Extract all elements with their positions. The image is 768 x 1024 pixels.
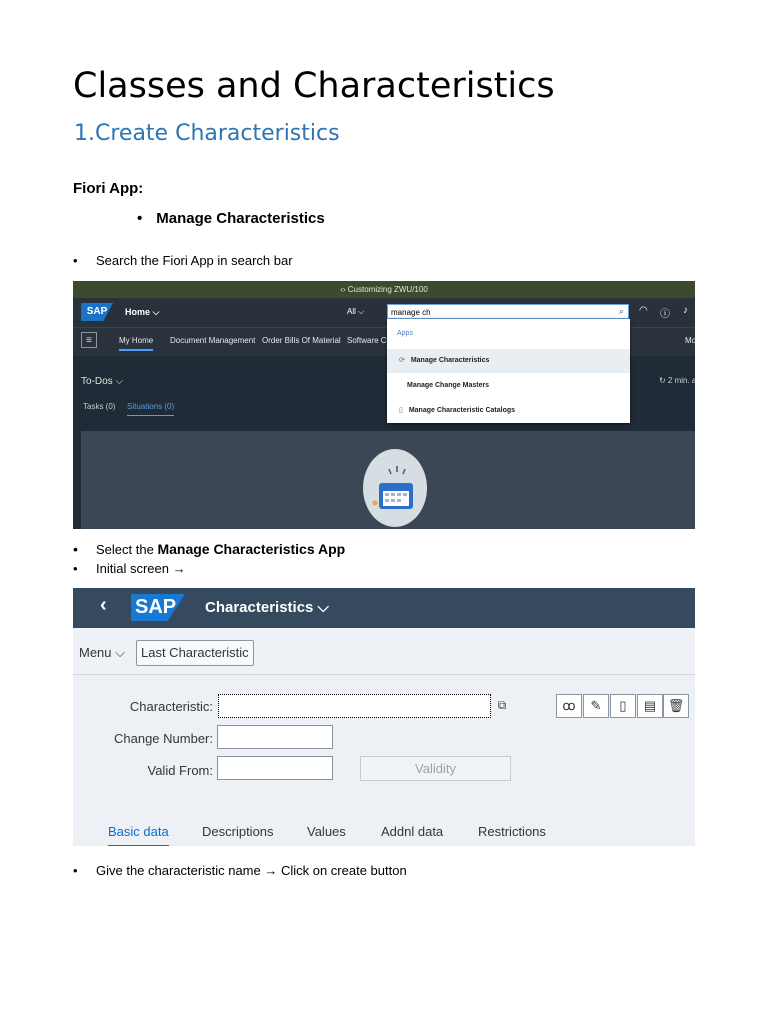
apps-header: Apps — [397, 330, 413, 337]
tab-software[interactable]: Software Co — [347, 336, 391, 345]
tab-my-home[interactable]: My Home — [119, 336, 154, 351]
tab-descriptions[interactable]: Descriptions — [202, 824, 274, 839]
bullet-dot: • — [73, 561, 78, 576]
tab-basic-data[interactable]: Basic data — [108, 824, 169, 846]
refresh-status: ↻ 2 min. a — [659, 376, 695, 385]
change-number-label: Change Number: — [114, 731, 213, 746]
tab-more[interactable]: Mo — [685, 336, 695, 345]
bell-icon[interactable]: ♪ — [683, 305, 688, 316]
bullet-text: Give the characteristic name → Click on … — [96, 863, 407, 878]
change-number-input[interactable] — [217, 725, 333, 749]
suggestion-manage-change-masters[interactable]: Manage Change Masters — [387, 374, 630, 398]
search-input[interactable]: manage ch — [387, 304, 629, 319]
characteristic-label: Characteristic: — [129, 699, 213, 714]
validity-button[interactable]: Validity — [360, 756, 511, 781]
bullet-dot: • — [137, 210, 143, 227]
search-scope-select[interactable]: All ⌵ — [343, 305, 389, 319]
search-suggestions: Apps ⟳ Manage Characteristics Manage Cha… — [387, 319, 630, 423]
menu-button[interactable]: Menu ⌵ — [79, 645, 125, 661]
fiori-app-label: Fiori App: — [73, 180, 144, 197]
tab-values[interactable]: Values — [307, 824, 346, 839]
bullet-text: Select the — [96, 542, 158, 557]
tab-order-bom[interactable]: Order Bills Of Material — [262, 336, 341, 345]
bullet-bold-text: Manage Characteristics App — [157, 541, 346, 557]
tab-addnl-data[interactable]: Addnl data — [381, 824, 443, 839]
document-title: Classes and Characteristics — [73, 66, 555, 106]
copy-icon[interactable]: ▤ — [637, 694, 663, 718]
last-characteristic-button[interactable]: Last Characteristic — [136, 640, 254, 666]
app-icon: ⟳ — [399, 357, 405, 364]
sub-bullet-text: Manage Characteristics — [156, 210, 325, 227]
catalog-icon: ▯ — [399, 407, 403, 414]
menu-icon[interactable]: ≡ — [81, 332, 97, 348]
todos-header[interactable]: To-Dos ⌵ — [81, 376, 123, 387]
suggestion-manage-characteristics[interactable]: ⟳ Manage Characteristics — [387, 349, 630, 373]
help-icon[interactable]: ⓘ — [660, 305, 670, 320]
tab-situations[interactable]: Situations (0) — [127, 402, 175, 416]
fiori-launchpad-screenshot: ‹› Customizing ZWU/100 SAP Home ⌵ All ⌵ … — [73, 281, 695, 529]
tab-restrictions[interactable]: Restrictions — [478, 824, 546, 839]
delete-icon[interactable]: 🗑 — [663, 694, 689, 718]
bullet-dot: • — [73, 863, 78, 878]
calendar-illustration-icon — [363, 449, 427, 527]
edit-icon[interactable]: ✎ — [583, 694, 609, 718]
characteristics-screenshot: ‹ SAP Characteristics ⌵ Menu ⌵ Last Char… — [73, 588, 695, 846]
home-menu[interactable]: Home ⌵ — [125, 307, 159, 318]
sub-bullet-item: • Manage Characteristics — [137, 210, 325, 227]
suggestion-manage-characteristic-catalogs[interactable]: ▯ Manage Characteristic Catalogs — [387, 399, 630, 423]
bullet-dot: • — [73, 253, 78, 268]
create-icon[interactable]: ▯ — [610, 694, 636, 718]
section-heading: 1.Create Characteristics — [74, 121, 340, 146]
back-icon[interactable]: ‹ — [100, 594, 107, 617]
system-title-bar: ‹› Customizing ZWU/100 — [73, 281, 695, 298]
bullet-text: Initial screen → — [96, 561, 186, 576]
valid-from-input[interactable] — [217, 756, 333, 780]
tab-document-management[interactable]: Document Management — [170, 336, 255, 345]
tab-tasks[interactable]: Tasks (0) — [83, 402, 115, 411]
search-icon[interactable]: ⌕ — [614, 304, 629, 319]
characteristic-input[interactable] — [218, 694, 491, 718]
bullet-dot: • — [73, 541, 78, 557]
bullet-text: Search the Fiori App in search bar — [96, 253, 293, 268]
app-title[interactable]: Characteristics ⌵ — [205, 599, 329, 616]
valid-from-label: Valid From: — [147, 763, 214, 778]
value-help-icon[interactable]: ⧉ — [493, 696, 511, 714]
headset-icon[interactable]: ◠ — [639, 305, 648, 316]
display-icon[interactable]: ꝏ — [556, 694, 582, 718]
